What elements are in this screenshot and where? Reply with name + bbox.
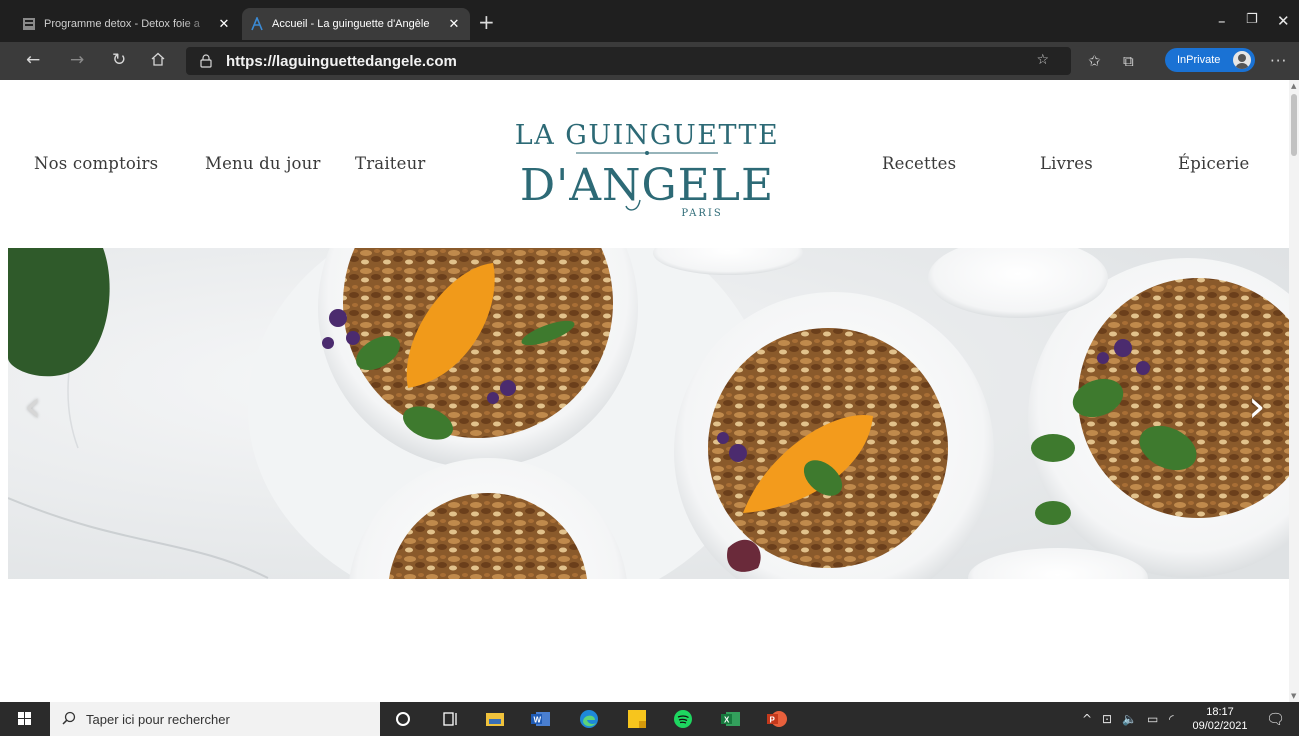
svg-text:X: X <box>724 716 730 725</box>
refresh-icon[interactable]: ↻ <box>112 51 126 69</box>
clock-date: 09/02/2021 <box>1192 720 1248 732</box>
powerpoint-icon[interactable]: P <box>766 709 788 729</box>
carousel-next-arrow-icon[interactable]: › <box>1248 382 1266 432</box>
more-menu-icon[interactable]: ··· <box>1270 52 1287 70</box>
back-icon[interactable]: ← <box>26 51 40 69</box>
lock-icon[interactable] <box>200 53 212 72</box>
collections-icon[interactable]: ⧉ <box>1123 52 1134 70</box>
restore-icon[interactable]: ❐ <box>1246 12 1258 27</box>
notifications-icon[interactable]: 🗨 <box>1266 710 1285 728</box>
taskbar-clock[interactable]: 18:17 09/02/2021 <box>1190 705 1250 733</box>
nav-livres[interactable]: Livres <box>1040 154 1093 173</box>
cortana-icon[interactable] <box>392 709 414 729</box>
logo-line-2: D'ANGELE <box>520 160 774 211</box>
url-text[interactable]: https://laguinguettedangele.com <box>226 53 457 70</box>
tab-title: Accueil - La guinguette d'Angèle <box>272 18 430 30</box>
scrollbar-thumb[interactable] <box>1291 94 1297 156</box>
inprivate-badge[interactable]: InPrivate <box>1165 48 1255 72</box>
nav-menu-du-jour[interactable]: Menu du jour <box>205 154 321 173</box>
forward-icon[interactable]: → <box>70 51 84 69</box>
minimize-icon[interactable]: – <box>1218 12 1226 30</box>
scroll-down-icon[interactable]: ▼ <box>1291 692 1296 700</box>
edge-icon[interactable] <box>578 709 600 729</box>
tab-accueil[interactable]: Accueil - La guinguette d'Angèle ✕ <box>242 8 470 40</box>
windows-start-icon[interactable] <box>18 712 32 726</box>
spotify-icon[interactable] <box>672 709 694 729</box>
url-field[interactable]: https://laguinguettedangele.com ☆ <box>186 47 1071 75</box>
svg-text:W: W <box>534 716 542 725</box>
volume-icon[interactable]: 🔈 <box>1122 712 1137 726</box>
profile-avatar-icon <box>1233 51 1251 69</box>
favorites-icon[interactable]: ✩ <box>1088 52 1101 70</box>
tab-programme-detox[interactable]: Programme detox - Detox foie a ✕ <box>14 8 240 40</box>
site-logo[interactable]: LA GUINGUETTE D'ANGELE PARIS <box>512 108 782 228</box>
word-icon[interactable]: W <box>530 709 552 729</box>
hero-carousel[interactable]: ‹ › <box>8 248 1289 579</box>
window-close-icon[interactable]: ✕ <box>1277 12 1290 30</box>
file-explorer-icon[interactable] <box>484 709 506 729</box>
inprivate-label: InPrivate <box>1177 54 1221 66</box>
meet-now-icon[interactable]: ⊡ <box>1102 712 1112 726</box>
tab-title: Programme detox - Detox foie a <box>44 18 200 30</box>
home-icon[interactable] <box>150 51 166 71</box>
battery-icon[interactable]: ▭ <box>1147 712 1158 726</box>
wifi-icon[interactable]: ◜ <box>1169 712 1174 726</box>
search-placeholder: Taper ici pour rechercher <box>86 711 230 727</box>
logo-line-1: LA GUINGUETTE <box>515 120 779 151</box>
page-favicon-icon <box>22 17 36 31</box>
taskbar-search-box[interactable]: Taper ici pour rechercher <box>50 702 380 736</box>
close-tab-icon[interactable]: ✕ <box>446 16 462 32</box>
task-view-icon[interactable] <box>440 709 462 729</box>
carousel-prev-arrow-icon[interactable]: ‹ <box>24 382 42 432</box>
address-toolbar: ← → ↻ https://laguinguettedangele.com ☆ … <box>0 42 1299 80</box>
nav-recettes[interactable]: Recettes <box>882 154 956 173</box>
clock-time: 18:17 <box>1206 706 1234 718</box>
site-favicon-icon <box>250 17 264 31</box>
search-icon <box>62 710 76 729</box>
hero-food-image <box>8 248 1289 579</box>
add-favorite-icon[interactable]: ☆ <box>1036 52 1049 68</box>
excel-icon[interactable]: X <box>720 709 742 729</box>
sticky-notes-icon[interactable] <box>626 709 648 729</box>
nav-epicerie[interactable]: Épicerie <box>1178 154 1249 173</box>
nav-traiteur[interactable]: Traiteur <box>355 154 426 173</box>
new-tab-button[interactable]: + <box>478 10 495 34</box>
scroll-up-icon[interactable]: ▲ <box>1291 82 1296 90</box>
page-scrollbar[interactable]: ▲ ▼ <box>1289 80 1299 702</box>
nav-nos-comptoirs[interactable]: Nos comptoirs <box>34 154 158 173</box>
logo-line-3: PARIS <box>681 208 722 219</box>
site-header: Nos comptoirs Menu du jour Traiteur LA G… <box>0 80 1289 248</box>
close-tab-icon[interactable]: ✕ <box>216 16 232 32</box>
svg-text:P: P <box>770 716 776 725</box>
browser-tab-bar: Programme detox - Detox foie a ✕ Accueil… <box>0 0 1299 42</box>
windows-taskbar: Taper ici pour rechercher W X P ^ ⊡ 🔈 ▭ … <box>0 702 1299 736</box>
show-hidden-icons-icon[interactable]: ^ <box>1082 712 1092 726</box>
